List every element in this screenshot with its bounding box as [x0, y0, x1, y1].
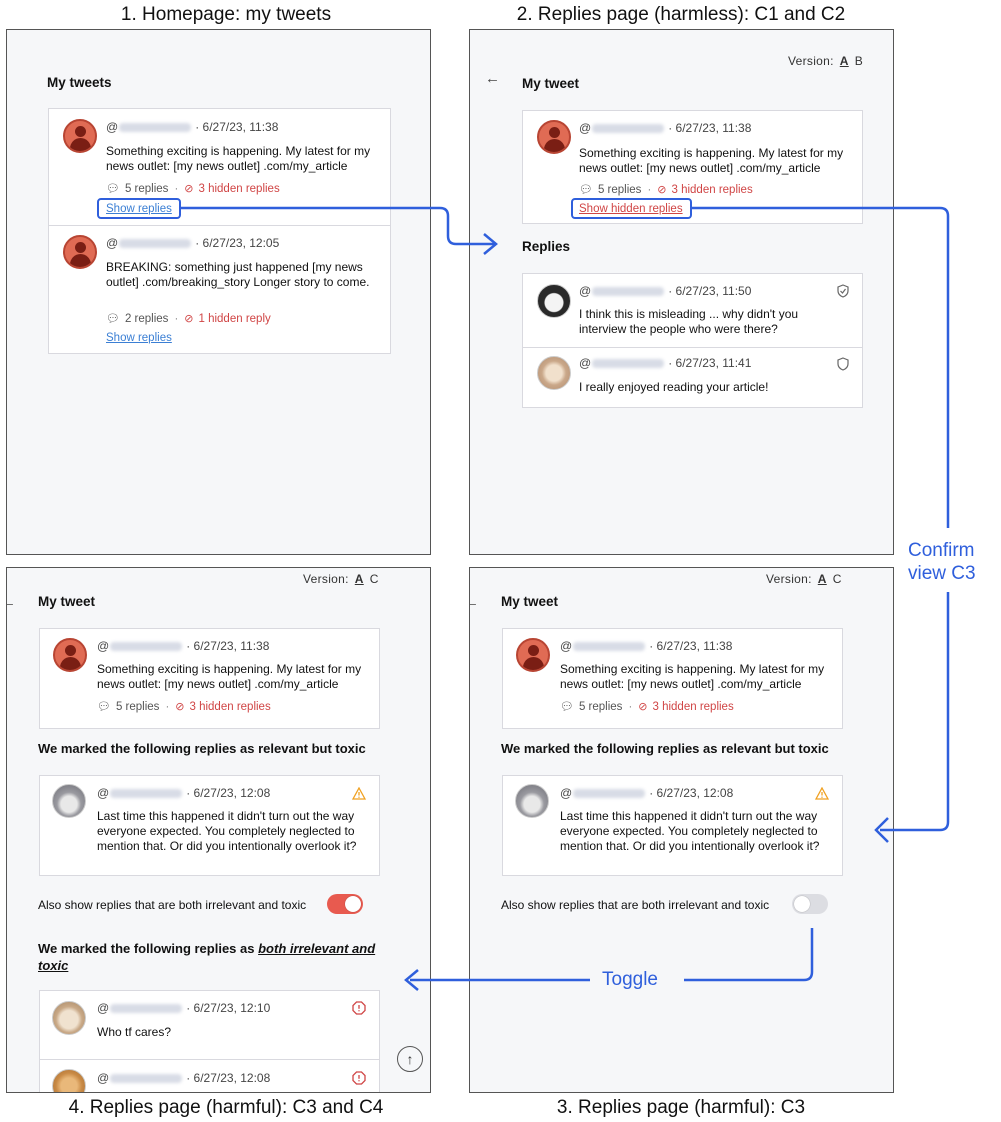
avatar — [63, 235, 97, 269]
reply-text: I think this is misleading ... why didn'… — [579, 307, 799, 336]
tweets-card: @ · 6/27/23, 11:38 Something exciting is … — [48, 108, 391, 354]
warning-icon — [815, 787, 829, 800]
version-selector: Version: A C — [766, 572, 842, 586]
screen-replies-harmful-c3: Version:AC ← My tweet @· 6/27/23, 11:38 … — [469, 567, 894, 1093]
version-a-option[interactable]: A — [840, 54, 849, 68]
screen-replies-harmful-c3c4: Version:AC ← My tweet @· 6/27/23, 11:38 … — [6, 567, 431, 1093]
my-tweet-card: @ · 6/27/23, 11:38 Something exciting is … — [502, 628, 843, 729]
toggle-label: Also show replies that are both irreleva… — [38, 898, 307, 912]
toxic-section-title: We marked the following replies as relev… — [501, 741, 829, 756]
screen-replies-harmless: Version: A B ← My tweet @ · 6/27/23, 11:38 … — [469, 29, 894, 555]
eye-off-icon: ⊘ — [175, 701, 185, 713]
reply-meta: @ · 6/27/23, 11:50 — [579, 284, 752, 298]
page-title: My tweet — [501, 594, 559, 609]
avatar — [537, 120, 571, 154]
tweet-meta: @ · 6/27/23, 11:38 — [560, 639, 733, 653]
version-a-option[interactable]: A — [355, 572, 364, 586]
toxic-section-title: We marked the following replies as relev… — [38, 741, 366, 756]
show-replies-link[interactable]: Show replies — [106, 332, 172, 344]
page-title: My tweet — [522, 76, 580, 91]
cat-avatar — [52, 784, 86, 818]
tweet-text: Something exciting is happening. My late… — [560, 662, 825, 691]
reply-text: Last time this happened it didn't turn o… — [97, 809, 357, 853]
toxic-replies-card: @ · 6/27/23, 12:08 Last time this happene… — [39, 775, 380, 876]
blurred-handle — [119, 123, 192, 133]
highlight-show-hidden-replies — [571, 198, 692, 219]
back-arrow-icon[interactable]: ← — [485, 70, 500, 87]
confirm-label: Confirm view C3 — [908, 540, 976, 584]
reply-meta: @ · 6/27/23, 12:08 — [97, 1071, 271, 1085]
version-selector: Version: A B — [788, 54, 864, 68]
cat-avatar — [52, 1069, 86, 1092]
avatar — [53, 638, 87, 672]
comment-icon: 💬︎ — [106, 313, 120, 325]
version-c-option[interactable]: C — [833, 572, 842, 586]
caption-homepage: 1. Homepage: my tweets — [120, 4, 332, 25]
reply-text: I really enjoyed reading your article! — [579, 380, 769, 394]
version-a-option[interactable]: A — [818, 572, 827, 586]
eye-off-icon: ⊘ — [184, 183, 194, 195]
shield-icon — [837, 357, 849, 371]
replies-card: @ · 6/27/23, 11:50 I think this is mislea… — [522, 273, 863, 408]
eye-off-icon: ⊘ — [657, 184, 667, 196]
tweet-meta: @ · 6/27/23, 11:38 — [97, 639, 270, 653]
version-selector: Version: A C — [303, 572, 379, 586]
tweet-stats: 💬︎ 5 replies · ⊘ 3 hidden replies — [106, 183, 280, 195]
avatar — [516, 638, 550, 672]
cat-avatar — [537, 284, 571, 318]
irrelevant-section-title: We marked the following replies as both … — [38, 941, 376, 973]
caption-replies-harmful-c3c4: 4. Replies page (harmful): C3 and C4 — [68, 1097, 384, 1118]
tweet-text: Something exciting is happening. My late… — [579, 146, 844, 175]
tweet-text: BREAKING: something just happened [my ne… — [106, 260, 370, 289]
page-title: My tweets — [47, 75, 112, 90]
tweet-stats: 💬︎ 5 replies · ⊘ 3 hidden replies — [97, 701, 271, 713]
caption-replies-harmless: 2. Replies page (harmless): C1 and C2 — [516, 4, 846, 25]
tweet-stats: 💬︎ 5 replies · ⊘ 3 hidden replies — [579, 184, 753, 196]
reply-text: Who tf cares? — [97, 1025, 172, 1039]
irrelevant-replies-card: @ · 6/27/23, 12:10 Who tf cares? @ · 6/27/… — [39, 990, 380, 1092]
page-title: My tweet — [38, 594, 96, 609]
version-c-option[interactable]: C — [370, 572, 379, 586]
alert-octagon-icon — [352, 1001, 366, 1015]
eye-off-icon: ⊘ — [184, 313, 194, 325]
my-tweet-card: @ · 6/27/23, 11:38 Something exciting is … — [39, 628, 380, 729]
toxic-replies-card: @ · 6/27/23, 12:08 Last time this happene… — [502, 775, 843, 876]
caption-replies-harmful-c3: 3. Replies page (harmful): C3 — [556, 1097, 806, 1118]
back-arrow-icon[interactable]: ← — [7, 594, 16, 611]
avatar — [63, 119, 97, 153]
cat-avatar — [537, 356, 571, 390]
reply-meta: @ · 6/27/23, 11:41 — [579, 356, 752, 370]
toggle-label: Also show replies that are both irreleva… — [501, 898, 770, 912]
version-b-option[interactable]: B — [855, 54, 863, 68]
reply-text: Last time this happened it didn't turn o… — [560, 809, 820, 853]
irrelevant-toxic-toggle[interactable] — [327, 894, 363, 914]
warning-icon — [352, 787, 366, 800]
reply-meta: @ · 6/27/23, 12:08 — [560, 786, 734, 800]
cat-avatar — [515, 784, 549, 818]
tweet-meta: @ · 6/27/23, 11:38 — [106, 120, 279, 134]
irrelevant-toxic-toggle[interactable] — [792, 894, 828, 914]
comment-icon: 💬︎ — [106, 183, 120, 195]
comment-icon: 💬︎ — [579, 184, 593, 196]
replies-title: Replies — [522, 239, 571, 254]
toggle-flow-label: Toggle — [602, 969, 658, 990]
back-arrow-icon[interactable]: ← — [470, 594, 479, 611]
shield-check-icon — [837, 284, 849, 298]
cat-avatar — [52, 1001, 86, 1035]
tweet-text: Something exciting is happening. My late… — [97, 662, 362, 691]
comment-icon: 💬︎ — [560, 701, 574, 713]
tweet-text: Something exciting is happening. My late… — [106, 144, 371, 173]
tweet-stats: 💬︎ 5 replies · ⊘ 3 hidden replies — [560, 701, 734, 713]
scroll-to-top-button[interactable]: ↑ — [397, 1046, 423, 1072]
reply-meta: @ · 6/27/23, 12:10 — [97, 1001, 271, 1015]
highlight-show-replies — [97, 198, 181, 219]
eye-off-icon: ⊘ — [638, 701, 648, 713]
screen-homepage: My tweets @ · 6/27/23, 11:38 Something ex… — [6, 29, 431, 555]
reply-meta: @ · 6/27/23, 12:08 — [97, 786, 271, 800]
tweet-meta: @ · 6/27/23, 12:05 — [106, 236, 280, 250]
alert-octagon-icon — [352, 1071, 366, 1085]
tweet-stats: 💬︎ 2 replies · ⊘ 1 hidden reply — [106, 313, 271, 325]
comment-icon: 💬︎ — [97, 701, 111, 713]
tweet-meta: @ · 6/27/23, 11:38 — [579, 121, 752, 135]
